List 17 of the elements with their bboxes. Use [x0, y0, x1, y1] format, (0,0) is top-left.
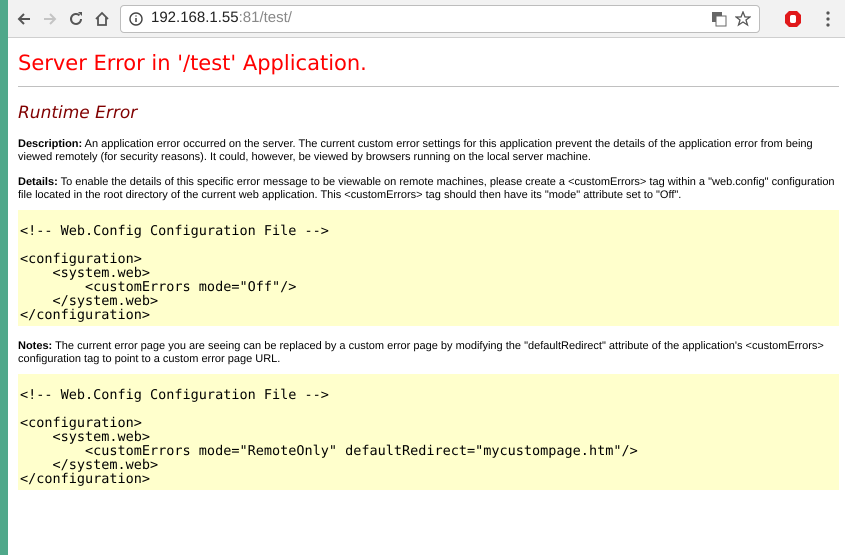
code-block: <!-- Web.Config Configuration File --> <configuration> <system.web> <customErrors mode="RemoteOnly" defaultRedirect="mycustompage.htm"/> </system.web> </configuration> — [18, 374, 839, 490]
menu-icon[interactable] — [826, 10, 830, 26]
paragraph: Notes: The current error page you are seeing can be replaced by a custom error page by modifying the "defaultRedirect" attribute of the application's <customErrors> configuration tag to point to a custom error page URL. — [18, 340, 825, 366]
star-icon[interactable] — [735, 10, 751, 26]
stop-sign-icon[interactable] — [784, 10, 802, 28]
translate-icon[interactable] — [711, 10, 727, 26]
code-block: <!-- Web.Config Configuration File --> <configuration> <system.web> <customErrors mode="Off"/> </system.web> </configuration> — [18, 210, 839, 326]
back-icon[interactable] — [16, 10, 32, 26]
paragraph: Description: An application error occurred on the server. The current custom error settings for this application prevent the details of the application error from being viewed remotely (for security reasons). It could, however, be viewed by browsers running on the local server machine. — [18, 138, 814, 164]
url-text: 192.168.1.55:81/test/ — [151, 8, 293, 28]
error-heading: Runtime Error — [18, 102, 139, 124]
address-bar[interactable]: 192.168.1.55:81/test/ — [120, 4, 760, 32]
info-icon[interactable] — [129, 12, 143, 26]
page-title: Server Error in '/test' Application. — [18, 48, 839, 86]
paragraph: Details: To enable the details of this specific error message to be viewable on remote machines, please create a <customErrors> tag within a "web.config" configuration file located in the root directory of the current web application. This <customErrors> tag should then have its "mode" attribute set to "Off". — [18, 176, 836, 202]
reload-icon[interactable] — [68, 10, 84, 26]
home-icon[interactable] — [94, 10, 110, 26]
